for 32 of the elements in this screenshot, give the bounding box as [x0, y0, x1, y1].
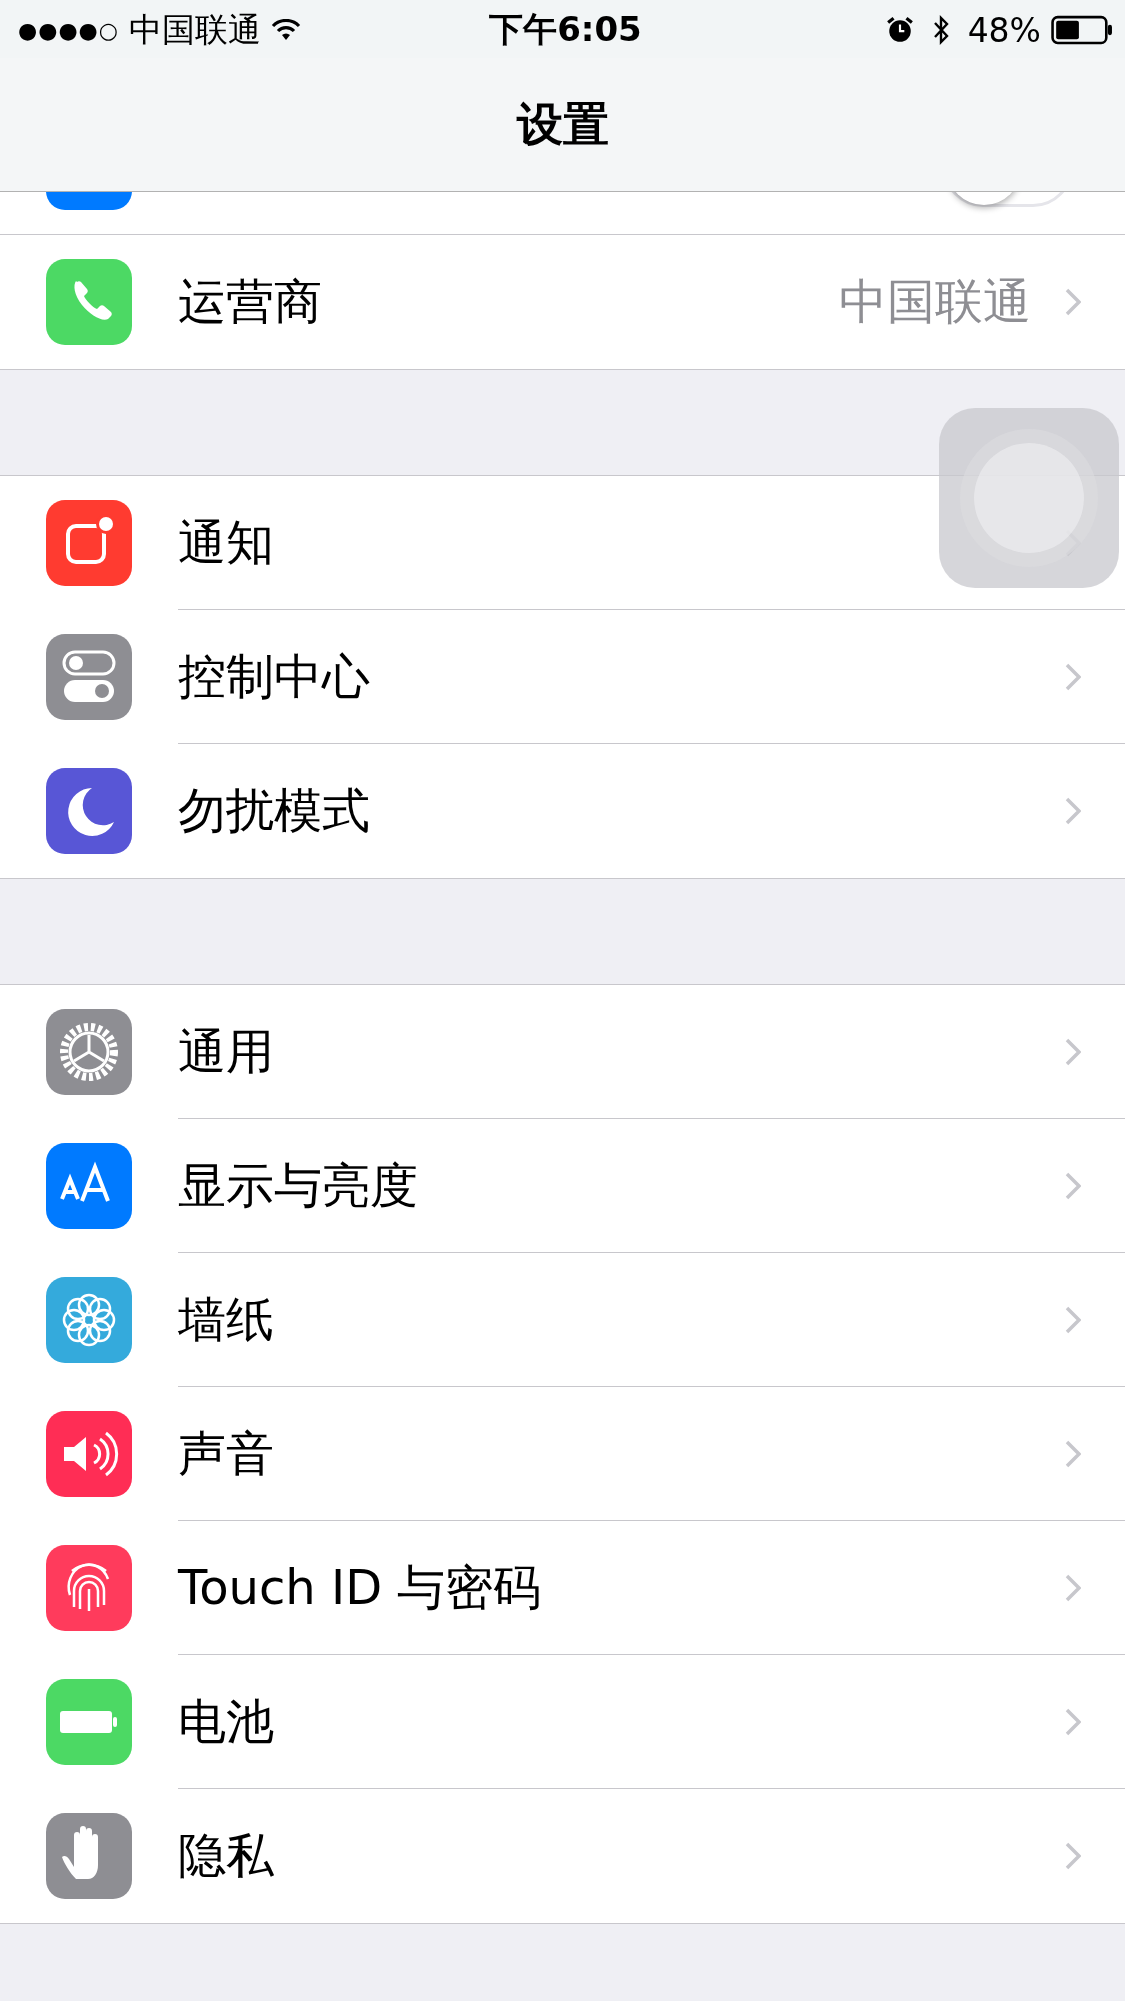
battery-icon — [1051, 15, 1113, 45]
row-label: 控制中心 — [178, 646, 371, 706]
row-label: 通用 — [178, 1021, 275, 1081]
clock-time: 下午6:05 — [489, 8, 642, 51]
row-value: 中国联通 — [839, 272, 1031, 331]
battery-percentage: 48% — [967, 10, 1041, 50]
row-label: 墙纸 — [178, 1289, 275, 1349]
row-label: 隐私 — [178, 1826, 275, 1885]
chevron-right-icon — [1065, 1573, 1081, 1602]
row-label: 电池 — [178, 1691, 275, 1751]
chevron-right-icon — [1065, 1037, 1081, 1066]
chevron-right-icon — [1065, 288, 1081, 316]
row-label: 勿扰模式 — [178, 781, 371, 840]
row-label: Touch ID 与密码 — [178, 1557, 543, 1617]
chevron-right-icon — [1065, 1439, 1081, 1468]
chevron-right-icon — [1065, 797, 1081, 825]
chevron-right-icon — [1065, 1707, 1081, 1736]
alarm-clock-icon — [885, 16, 914, 44]
chevron-right-icon — [1065, 1171, 1081, 1200]
row-label: 声音 — [178, 1423, 275, 1483]
chevron-right-icon — [1065, 662, 1081, 691]
assistive-touch-button[interactable] — [939, 408, 1119, 588]
row-label: 显示与亮度 — [178, 1155, 419, 1215]
row-label: 通知 — [178, 512, 275, 572]
chevron-right-icon — [1065, 1305, 1081, 1334]
signal-strength: ●●●●○ — [18, 17, 119, 43]
carrier-name: 中国联通 — [129, 8, 261, 51]
row-label: 运营商 — [178, 272, 323, 331]
chevron-right-icon — [1065, 1842, 1081, 1870]
wifi-icon — [271, 19, 301, 41]
page-title: 设置 — [516, 95, 609, 153]
bluetooth-icon — [931, 14, 950, 46]
